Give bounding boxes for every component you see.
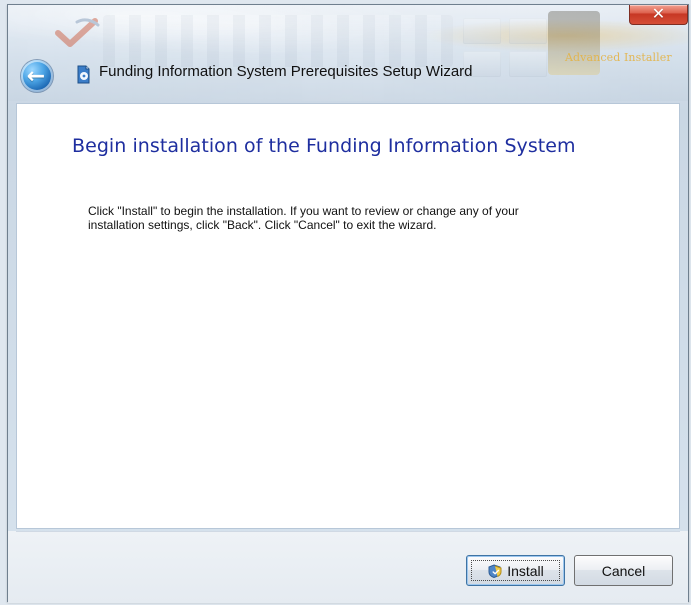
install-button[interactable]: Install	[466, 555, 565, 586]
install-shield-icon	[487, 563, 505, 578]
wizard-title-bar: Advanced Installer ✕ ← Funding Informati…	[8, 5, 688, 101]
banner-decoration	[103, 15, 453, 67]
close-icon: ✕	[651, 5, 666, 23]
banner-tile	[509, 51, 547, 77]
banner-tile	[509, 18, 547, 44]
banner-checkmark-icon	[52, 16, 104, 50]
page-title: Begin installation of the Funding Inform…	[72, 135, 576, 157]
window-title: Funding Information System Prerequisites…	[99, 63, 473, 80]
close-button[interactable]: ✕	[629, 5, 688, 25]
install-label: Install	[507, 562, 544, 579]
install-button-content: Install	[487, 563, 544, 579]
cancel-button[interactable]: Cancel	[574, 555, 673, 586]
wizard-footer: Install Cancel	[8, 531, 688, 603]
banner-tile	[463, 18, 501, 44]
setup-wizard-window: Advanced Installer ✕ ← Funding Informati…	[7, 4, 689, 603]
back-arrow-icon: ←	[26, 63, 46, 89]
back-button[interactable]: ←	[21, 60, 53, 92]
footer-separator	[16, 531, 680, 532]
brand-box	[548, 11, 600, 75]
brand-text: Advanced Installer	[565, 51, 672, 64]
app-icon	[76, 65, 91, 84]
wizard-content: Begin installation of the Funding Inform…	[16, 103, 680, 529]
banner-tiles	[463, 15, 553, 85]
instructions-text: Click "Install" to begin the installatio…	[88, 204, 519, 232]
